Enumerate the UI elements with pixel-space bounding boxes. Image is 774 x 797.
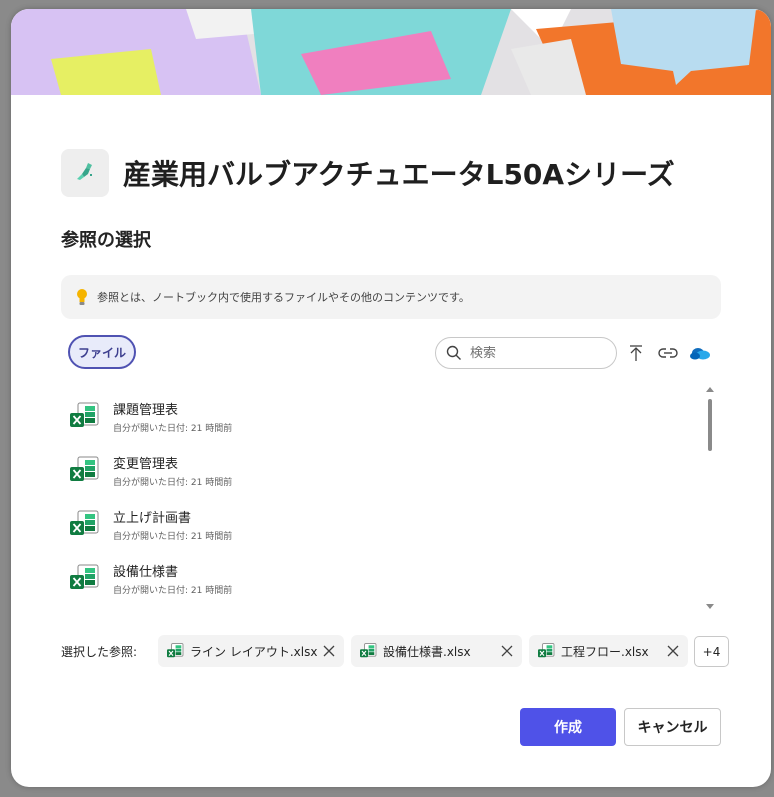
info-banner: 参照とは、ノートブック内で使用するファイルやその他のコンテンツです。 <box>61 275 721 319</box>
banner-image <box>11 9 771 95</box>
lightbulb-icon <box>77 289 87 305</box>
notebook-icon <box>61 149 109 197</box>
title-row: 産業用バルブアクチュエータL50Aシリーズ <box>61 149 675 197</box>
onedrive-icon[interactable] <box>689 342 711 364</box>
close-icon[interactable] <box>500 644 514 658</box>
selected-chip: 設備仕様書.xlsx <box>351 635 522 667</box>
close-icon[interactable] <box>322 644 336 658</box>
excel-file-icon <box>70 510 99 535</box>
file-name: 課題管理表 <box>113 402 179 418</box>
search-box[interactable] <box>435 337 617 369</box>
scroll-down-arrow-icon[interactable] <box>706 604 714 609</box>
notebook-title: 産業用バルブアクチュエータL50Aシリーズ <box>123 158 675 191</box>
section-title: 参照の選択 <box>61 230 151 251</box>
list-item[interactable]: 設備仕様書 自分が開いた日付: 21 時間前 <box>61 551 701 605</box>
file-list: 課題管理表 自分が開いた日付: 21 時間前 変更管理表 自分が開いた日付: 2… <box>61 389 701 613</box>
excel-file-icon <box>538 643 555 658</box>
tab-files[interactable]: ファイル <box>68 335 136 369</box>
selected-references-label: 選択した参照: <box>61 645 138 659</box>
file-name: 立上げ計画書 <box>113 510 192 526</box>
excel-file-icon <box>70 564 99 589</box>
close-icon[interactable] <box>666 644 680 658</box>
file-meta: 自分が開いた日付: 21 時間前 <box>113 585 233 596</box>
list-item[interactable]: 課題管理表 自分が開いた日付: 21 時間前 <box>61 389 701 443</box>
excel-file-icon <box>360 643 377 658</box>
upload-icon[interactable] <box>625 342 647 364</box>
list-item[interactable]: 立上げ計画書 自分が開いた日付: 21 時間前 <box>61 497 701 551</box>
excel-file-icon <box>70 456 99 481</box>
search-icon <box>446 345 461 360</box>
scroll-up-arrow-icon[interactable] <box>706 387 714 392</box>
reference-dialog: 産業用バルブアクチュエータL50Aシリーズ 参照の選択 参照とは、ノートブック内… <box>11 9 771 787</box>
create-button[interactable]: 作成 <box>520 708 616 746</box>
file-meta: 自分が開いた日付: 21 時間前 <box>113 477 233 488</box>
excel-file-icon <box>70 402 99 427</box>
more-references-button[interactable]: +4 <box>694 636 729 667</box>
link-icon[interactable] <box>657 342 679 364</box>
file-meta: 自分が開いた日付: 21 時間前 <box>113 531 233 542</box>
search-input[interactable] <box>470 345 600 361</box>
chip-label: 工程フロー.xlsx <box>561 644 649 659</box>
cancel-button[interactable]: キャンセル <box>624 708 721 746</box>
file-name: 変更管理表 <box>113 456 179 472</box>
chip-label: 設備仕様書.xlsx <box>383 644 471 659</box>
info-text: 参照とは、ノートブック内で使用するファイルやその他のコンテンツです。 <box>97 291 470 304</box>
scrollbar[interactable] <box>703 387 717 609</box>
selected-chip: ライン レイアウト.xlsx <box>158 635 344 667</box>
list-item[interactable]: 変更管理表 自分が開いた日付: 21 時間前 <box>61 443 701 497</box>
excel-file-icon <box>167 643 184 658</box>
file-meta: 自分が開いた日付: 21 時間前 <box>113 423 233 434</box>
chip-label: ライン レイアウト.xlsx <box>190 644 318 659</box>
scroll-thumb[interactable] <box>708 399 712 451</box>
file-name: 設備仕様書 <box>113 564 179 580</box>
selected-chip: 工程フロー.xlsx <box>529 635 688 667</box>
